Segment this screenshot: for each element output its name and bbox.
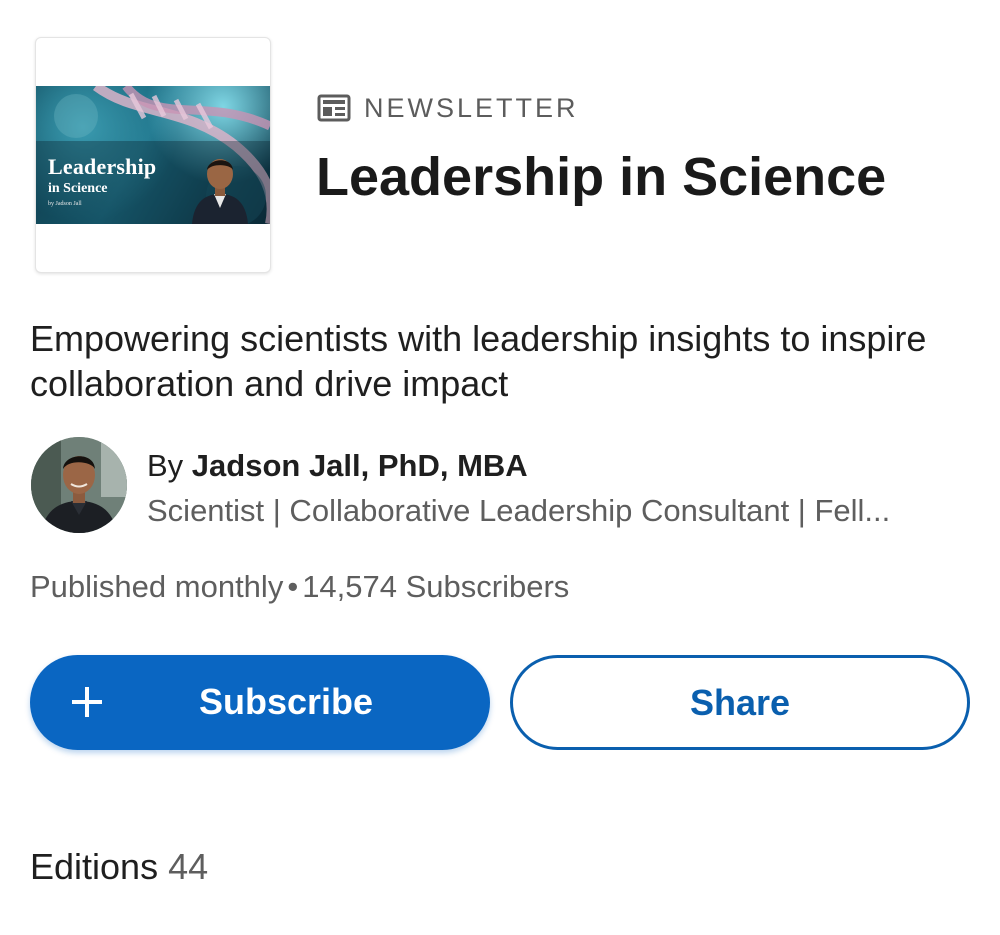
cover-title: Leadership bbox=[48, 154, 157, 179]
newsletter-cover-image: Leadership in Science by Jadson Jall bbox=[36, 86, 270, 224]
newsletter-cover-card[interactable]: Leadership in Science by Jadson Jall bbox=[35, 37, 271, 273]
publish-frequency: Published monthly bbox=[30, 569, 284, 604]
plus-icon bbox=[72, 687, 102, 717]
newsletter-meta: Published monthly • 14,574 Subscribers bbox=[30, 567, 569, 607]
cover-byline: by Jadson Jall bbox=[48, 201, 82, 207]
newsletter-label: NEWSLETTER bbox=[364, 93, 579, 123]
cover-subtitle: in Science bbox=[48, 181, 108, 196]
author-avatar[interactable] bbox=[31, 437, 127, 533]
page-title: Leadership in Science bbox=[316, 147, 887, 207]
share-label: Share bbox=[689, 681, 791, 723]
avatar-photo bbox=[31, 437, 127, 533]
cover-person-portrait bbox=[192, 159, 248, 224]
meta-separator: • bbox=[287, 569, 299, 604]
newsletter-kicker: NEWSLETTER bbox=[317, 93, 579, 123]
author-headline: Scientist | Collaborative Leadership Con… bbox=[147, 493, 891, 528]
share-button[interactable]: Share bbox=[510, 655, 970, 750]
editions-count: 44 bbox=[168, 846, 209, 887]
author-name[interactable]: Jadson Jall, PhD, MBA bbox=[192, 448, 528, 483]
author-by-prefix: By bbox=[147, 448, 192, 483]
subscribe-button[interactable]: Subscribe bbox=[30, 655, 490, 750]
editions-label: Editions bbox=[30, 846, 159, 887]
editions-heading: Editions 44 bbox=[30, 845, 208, 889]
subscribe-label: Subscribe bbox=[199, 681, 374, 722]
author-byline: By Jadson Jall, PhD, MBA bbox=[147, 446, 528, 486]
newsletter-icon bbox=[317, 94, 351, 122]
newsletter-description: Empowering scientists with leadership in… bbox=[30, 318, 927, 404]
subscriber-count: 14,574 Subscribers bbox=[302, 569, 570, 604]
